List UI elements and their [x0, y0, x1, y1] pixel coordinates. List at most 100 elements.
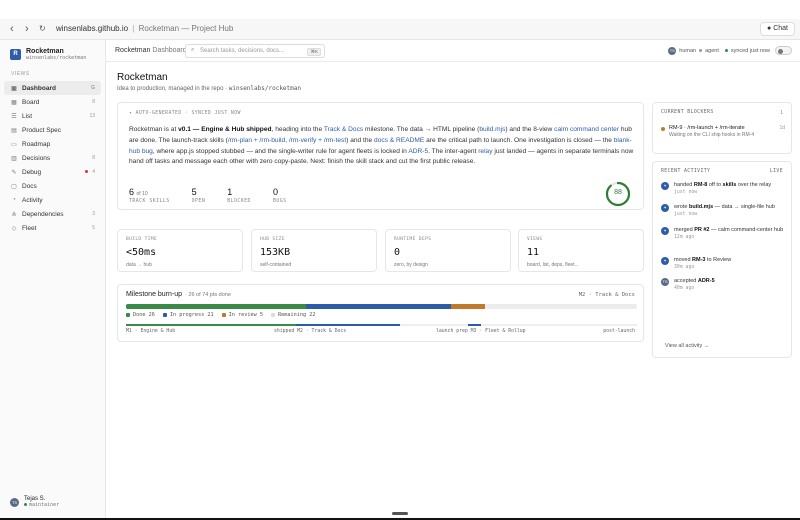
sidebar-menu: ▣ Dashboard G ▦ Board 8 ☰ List 13 ▤ Product Spe…	[4, 81, 101, 235]
build-link[interactable]: build.mjs	[479, 126, 505, 133]
legend-swatch	[270, 313, 275, 317]
sidebar-item-debug[interactable]: ✎ Debug 4	[4, 165, 101, 179]
activity-detail: — data → single-file hub	[713, 204, 775, 210]
breadcrumb: Rocketman Dashboard	[115, 47, 187, 54]
burnup-subtitle: · 26 of 74 pts done	[185, 292, 231, 298]
activity-text: moved RM-3 to Review	[674, 257, 785, 264]
scroll-indicator[interactable]	[392, 512, 408, 515]
count-badge: 5	[92, 225, 95, 231]
docs-icon: ▢	[11, 183, 17, 190]
chat-icon: ●	[767, 25, 772, 32]
roadmap-icon: ▭	[11, 141, 17, 148]
activity-item[interactable]: ✦ merged PR #2 — calm command-center hub 1…	[661, 227, 785, 240]
adr-link[interactable]: ADR-5	[408, 148, 428, 155]
metric-hub-size: HUB SIZE 153KB self-contained	[251, 229, 377, 272]
stat-open: 5 OPEN	[192, 187, 206, 204]
metric-label: RUNTIME DEPS	[394, 237, 432, 242]
sidebar-item-label: Decisions	[22, 154, 51, 162]
sidebar-item-roadmap[interactable]: ▭ Roadmap	[4, 137, 101, 151]
metric-sub: self-contained	[260, 262, 292, 268]
summary-text-part: are the critical path to launch. One inv…	[424, 136, 614, 144]
sidebar-item-decisions[interactable]: ▥ Decisions 8	[4, 151, 101, 165]
activity-item[interactable]: TS accepted ADR-5 40m ago	[661, 278, 785, 291]
legend-label: In review 5	[228, 312, 263, 318]
repo-name: winsenlabs/rocketman	[228, 85, 301, 92]
list-icon: ☰	[11, 113, 17, 120]
sidebar-item-dashboard[interactable]: ▣ Dashboard G	[4, 81, 101, 95]
fleet-icon: ◇	[11, 225, 17, 232]
search-input[interactable]: ⌕ Search tasks, decisions, docs... ⌘K	[185, 44, 325, 58]
theme-toggle[interactable]	[775, 46, 792, 55]
health-score: 88	[614, 189, 622, 196]
sidebar-item-activity[interactable]: ◔ Activity	[4, 193, 101, 207]
reload-icon[interactable]: ↻	[39, 24, 46, 33]
relay-link[interactable]: relay	[478, 148, 492, 155]
activity-text: handed RM-8 off to skills over the relay	[674, 182, 785, 189]
sidebar-item-dependencies[interactable]: ⋔ Dependencies 3	[4, 207, 101, 221]
view-all-activity-link[interactable]: View all activity →	[665, 343, 709, 349]
sidebar-item-list[interactable]: ☰ List 13	[4, 109, 101, 123]
activity-detail: to Review	[705, 257, 732, 263]
milestone-track	[126, 324, 637, 326]
user-role-text: maintainer	[29, 502, 60, 508]
summary-text-part: ) and the	[346, 136, 375, 144]
sidebar-item-board[interactable]: ▦ Board 8	[4, 95, 101, 109]
metric-sub: data → hub	[126, 262, 152, 268]
blocker-item[interactable]: RM-9 · /rm-launch + /rm-iterate Waiting …	[661, 125, 785, 138]
activity-target-2: skills	[722, 182, 737, 188]
activity-item[interactable]: ✦ handed RM-8 off to skills over the rela…	[661, 182, 785, 195]
legend-label: Done 26	[133, 312, 155, 318]
count-badge: 8	[92, 99, 95, 105]
agent-dot	[699, 49, 703, 52]
user-profile[interactable]: TS Tejas S. maintainer	[10, 496, 59, 508]
metric-value: <50ms	[126, 247, 157, 258]
sidebar-item-label: Dashboard	[22, 84, 56, 92]
skills-link[interactable]: /rm-plan + /rm-build, /rm-verify + /rm-t…	[228, 137, 346, 144]
stat-label: BUGS	[272, 199, 287, 204]
docs-readme-link[interactable]: docs & README	[374, 137, 424, 144]
stat-label: TRACK SKILLS	[129, 199, 170, 204]
milestone-segment	[296, 324, 400, 326]
metric-label: VIEWS	[527, 237, 543, 242]
sidebar-item-docs[interactable]: ▢ Docs	[4, 179, 101, 193]
milestone-label: shipped M2 · Track & Docs	[274, 329, 347, 334]
avatar: TS	[10, 497, 19, 507]
metric-value: 153KB	[260, 247, 291, 258]
sidebar-item-fleet[interactable]: ◇ Fleet 5	[4, 221, 101, 235]
activity-detail: — calm command-center hub	[709, 227, 784, 233]
logo-icon: R	[10, 49, 21, 60]
sidebar-section-label: VIEWS	[11, 71, 30, 77]
legend-in-progress: In progress 21	[162, 312, 214, 318]
metric-sub: zero, by design	[394, 262, 428, 268]
legend-label: Remaining 22	[277, 312, 316, 318]
address-bar[interactable]: winsenlabs.github.io | Rocketman — Proje…	[56, 24, 233, 33]
sidebar-item-label: Product Spec	[22, 126, 62, 134]
activity-time: 40m ago	[674, 286, 695, 291]
sidebar-item-label: Dependencies	[22, 210, 64, 218]
milestone-label: launch prep M3 · Fleet & Rollup	[436, 329, 526, 334]
page-subtitle: Idea to production, managed in the repo …	[117, 85, 301, 92]
activity-target: PR #2	[694, 227, 710, 233]
autogen-label: ✦ AUTO-GENERATED · SYNCED JUST NOW	[129, 111, 241, 116]
sidebar-item-product-spec[interactable]: ▤ Product Spec	[4, 123, 101, 137]
decisions-icon: ▥	[11, 155, 17, 162]
user-role: maintainer	[24, 502, 59, 508]
stat-bugs: 0 BUGS	[273, 187, 287, 204]
forward-icon[interactable]: ›	[25, 23, 29, 35]
count-badge: 8	[92, 155, 95, 161]
track-docs-link[interactable]: Track & Docs	[324, 126, 363, 133]
summary-text: Rocketman is at v0.1 — Engine & Hub ship…	[129, 125, 637, 168]
activity-item[interactable]: ✦ wrote build.mjs — data → single-file hu…	[661, 204, 785, 217]
chat-button[interactable]: ● Chat	[760, 22, 795, 36]
shortcut-badge: G	[91, 85, 95, 91]
legend-in-review: In review 5	[221, 312, 263, 318]
chat-label: Chat	[773, 25, 788, 32]
brand[interactable]: R Rocketman winsenlabs/rocketman	[10, 48, 86, 61]
milestone-segment	[126, 324, 296, 326]
back-icon[interactable]: ‹	[10, 23, 14, 35]
activity-item[interactable]: ✦ moved RM-3 to Review 30m ago	[661, 257, 785, 270]
calm-hub-link[interactable]: calm command center	[554, 126, 619, 133]
subtitle-text: Idea to production, managed in the repo …	[117, 86, 228, 92]
metric-sub: board, list, deps, fleet...	[527, 262, 579, 268]
breadcrumb-app[interactable]: Rocketman	[115, 47, 150, 54]
